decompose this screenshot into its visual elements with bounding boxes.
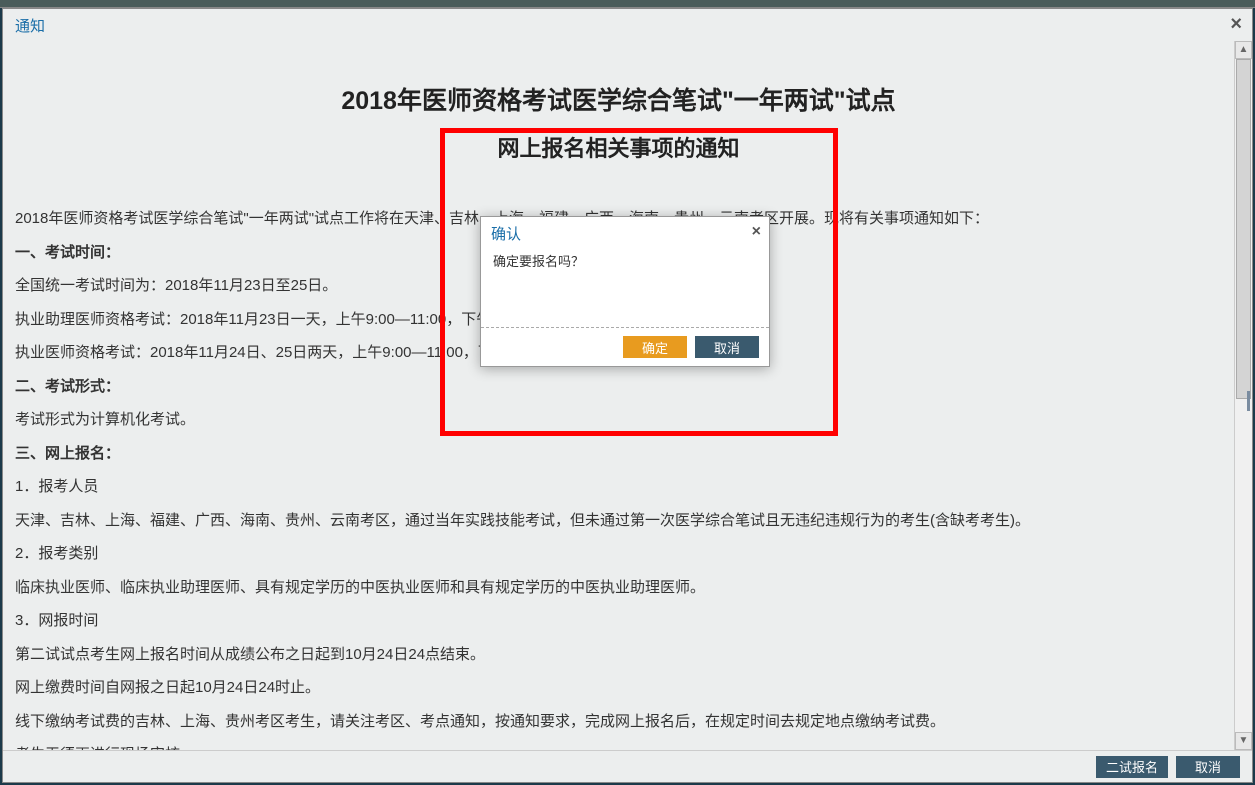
scroll-down-button[interactable]: ▼ [1235, 732, 1252, 750]
paragraph: 考试形式为计算机化考试。 [15, 404, 1222, 436]
content-scroll: 2018年医师资格考试医学综合笔试"一年两试"试点 网上报名相关事项的通知 20… [3, 41, 1234, 750]
document-subtitle: 网上报名相关事项的通知 [11, 131, 1226, 163]
dialog-close-icon[interactable]: × [752, 223, 761, 241]
window-title: 通知 [15, 18, 45, 35]
paragraph: 第二试试点考生网上报名时间从成绩公布之日起到10月24日24点结束。 [15, 639, 1222, 671]
dialog-footer: 确定 取消 [481, 327, 769, 366]
register-button[interactable]: 二试报名 [1096, 756, 1168, 778]
dialog-title: 确认 [491, 226, 521, 243]
vertical-scrollbar[interactable]: ▲ ▼ [1234, 41, 1252, 750]
dialog-header: 确认 × [481, 217, 769, 247]
paragraph: 2．报考类别 [15, 538, 1222, 570]
document-title: 2018年医师资格考试医学综合笔试"一年两试"试点 [11, 81, 1226, 117]
paragraph: 线下缴纳考试费的吉林、上海、贵州考区考生，请关注考区、考点通知，按通知要求，完成… [15, 706, 1222, 738]
paragraph: 3．网报时间 [15, 605, 1222, 637]
dialog-body: 确定要报名吗？ [481, 247, 769, 327]
paragraph: 考生无须再进行现场审核。 [15, 739, 1222, 750]
confirm-dialog: 确认 × 确定要报名吗？ 确定 取消 [480, 216, 770, 367]
footer-bar: 二试报名 取消 [3, 750, 1252, 782]
top-strip [0, 0, 1255, 8]
notice-window: 通知 × 2018年医师资格考试医学综合笔试"一年两试"试点 网上报名相关事项的… [2, 8, 1253, 783]
paragraph: 网上缴费时间自网报之日起10月24日24时止。 [15, 672, 1222, 704]
dialog-message: 确定要报名吗？ [493, 254, 584, 269]
paragraph: 天津、吉林、上海、福建、广西、海南、贵州、云南考区，通过当年实践技能考试，但未通… [15, 505, 1222, 537]
dialog-cancel-button[interactable]: 取消 [695, 336, 759, 358]
scroll-up-button[interactable]: ▲ [1235, 41, 1252, 59]
window-header: 通知 × [3, 9, 1252, 41]
paragraph: 1．报考人员 [15, 471, 1222, 503]
scroll-marker [1247, 391, 1250, 411]
dialog-confirm-button[interactable]: 确定 [623, 336, 687, 358]
section-heading: 三、网上报名： [15, 438, 1222, 470]
content-wrap: 2018年医师资格考试医学综合笔试"一年两试"试点 网上报名相关事项的通知 20… [3, 41, 1252, 750]
paragraph: 临床执业医师、临床执业助理医师、具有规定学历的中医执业医师和具有规定学历的中医执… [15, 572, 1222, 604]
cancel-button[interactable]: 取消 [1176, 756, 1240, 778]
section-heading: 二、考试形式： [15, 371, 1222, 403]
close-icon[interactable]: × [1230, 13, 1242, 36]
scroll-thumb[interactable] [1236, 59, 1251, 399]
